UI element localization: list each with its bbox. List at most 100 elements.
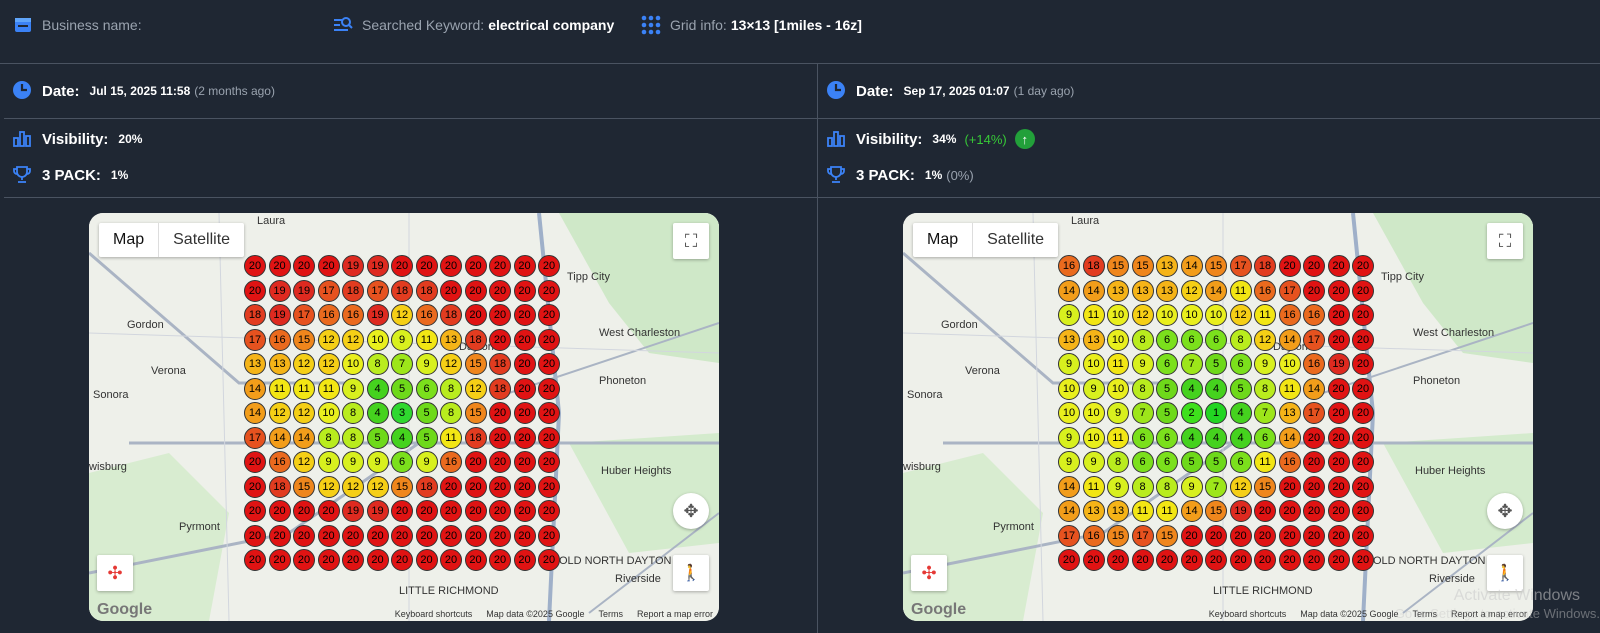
rank-dot[interactable]: 10 [1180,304,1203,326]
rank-dot[interactable]: 20 [1352,377,1374,400]
rank-dot[interactable]: 11 [1278,377,1301,400]
rank-dot[interactable]: 12 [317,328,340,351]
rank-dot[interactable]: 20 [489,304,511,326]
rank-dot[interactable]: 18 [415,279,438,302]
rank-dot[interactable]: 17 [1278,279,1301,302]
rank-dot[interactable]: 20 [538,279,560,302]
rank-dot[interactable]: 20 [440,524,462,547]
rank-dot[interactable]: 7 [1205,475,1227,498]
rank-dot[interactable]: 6 [1205,328,1227,351]
rank-dot[interactable]: 14 [1205,279,1227,302]
rank-dot[interactable]: 17 [1229,255,1252,277]
fullscreen-icon[interactable]: ⛶ [1487,223,1523,259]
rank-dot[interactable]: 8 [440,402,462,424]
rank-dot[interactable]: 18 [464,328,487,351]
rank-dot[interactable]: 20 [1352,549,1374,571]
pegman-icon[interactable]: 🚶 [1487,555,1523,591]
rank-dot[interactable]: 16 [342,304,364,326]
rank-dot[interactable]: 13 [244,353,266,375]
rank-dot[interactable]: 8 [317,426,340,449]
rank-dot[interactable]: 20 [244,524,266,547]
rank-dot[interactable]: 19 [366,255,389,277]
rank-dot[interactable]: 20 [538,500,560,522]
rank-dot[interactable]: 10 [1156,304,1178,326]
rank-dot[interactable]: 20 [489,451,511,473]
rank-dot[interactable]: 5 [1156,402,1178,424]
rank-dot[interactable]: 20 [1303,500,1325,522]
rank-dot[interactable]: 20 [1254,549,1276,571]
rank-dot[interactable]: 11 [1254,304,1276,326]
recenter-icon[interactable]: ✣ [97,555,133,591]
rank-dot[interactable]: 12 [440,353,462,375]
rank-dot[interactable]: 9 [1180,475,1203,498]
rank-dot[interactable]: 9 [1254,353,1276,375]
rank-dot[interactable]: 8 [342,426,364,449]
rank-dot[interactable]: 19 [293,279,315,302]
rank-dot[interactable]: 20 [464,304,487,326]
rank-dot[interactable]: 5 [1205,353,1227,375]
map-button[interactable]: Map [99,223,160,257]
rank-dot[interactable]: 15 [1156,524,1178,547]
rank-dot[interactable]: 20 [1352,451,1374,473]
rank-dot[interactable]: 20 [513,426,536,449]
rank-dot[interactable]: 20 [1229,524,1252,547]
rank-dot[interactable]: 13 [1082,328,1105,351]
rank-dot[interactable]: 20 [538,377,560,400]
rank-dot[interactable]: 12 [342,328,364,351]
rank-dot[interactable]: 13 [1131,279,1154,302]
rank-dot[interactable]: 6 [1156,353,1178,375]
rank-dot[interactable]: 19 [1327,353,1350,375]
rank-dot[interactable]: 18 [1082,255,1105,277]
rank-dot[interactable]: 20 [440,475,462,498]
rank-dot[interactable]: 6 [1180,328,1203,351]
rank-dot[interactable]: 16 [268,451,291,473]
rank-dot[interactable]: 20 [391,255,413,277]
rank-dot[interactable]: 11 [1254,451,1276,473]
rank-dot[interactable]: 20 [366,549,389,571]
rank-dot[interactable]: 18 [268,475,291,498]
rank-dot[interactable]: 17 [317,279,340,302]
rank-dot[interactable]: 11 [415,328,438,351]
rank-dot[interactable]: 18 [391,279,413,302]
rank-dot[interactable]: 16 [1278,451,1301,473]
rank-dot[interactable]: 11 [1131,500,1154,522]
rank-dot[interactable]: 20 [538,304,560,326]
rank-dot[interactable]: 10 [317,402,340,424]
rank-dot[interactable]: 20 [415,524,438,547]
rank-dot[interactable]: 10 [1058,377,1080,400]
rank-dot[interactable]: 18 [244,304,266,326]
rank-dot[interactable]: 20 [1278,255,1301,277]
rank-dot[interactable]: 20 [440,279,462,302]
rank-dot[interactable]: 9 [1058,426,1080,449]
rank-dot[interactable]: 10 [1107,377,1129,400]
rank-dot[interactable]: 11 [1107,353,1129,375]
rank-dot[interactable]: 20 [1327,451,1350,473]
rank-dot[interactable]: 14 [268,426,291,449]
rank-dot[interactable]: 4 [1180,377,1203,400]
rank-dot[interactable]: 20 [489,328,511,351]
rank-dot[interactable]: 14 [1180,500,1203,522]
rank-dot[interactable]: 7 [391,353,413,375]
rank-dot[interactable]: 20 [1278,524,1301,547]
rank-dot[interactable]: 20 [317,524,340,547]
rank-dot[interactable]: 12 [464,377,487,400]
rank-dot[interactable]: 6 [1254,426,1276,449]
rank-dot[interactable]: 11 [293,377,315,400]
rank-dot[interactable]: 14 [293,426,315,449]
rank-dot[interactable]: 20 [244,500,266,522]
rank-dot[interactable]: 12 [1180,279,1203,302]
rank-dot[interactable]: 14 [1278,426,1301,449]
rank-dot[interactable]: 20 [538,549,560,571]
terms-link[interactable]: Terms [598,609,623,619]
rank-dot[interactable]: 20 [489,279,511,302]
rank-dot[interactable]: 19 [342,255,364,277]
rank-dot[interactable]: 17 [1303,402,1325,424]
rank-dot[interactable]: 20 [415,500,438,522]
rank-dot[interactable]: 8 [342,402,364,424]
rank-dot[interactable]: 20 [464,451,487,473]
rank-dot[interactable]: 20 [1303,451,1325,473]
rank-dot[interactable]: 13 [1107,500,1129,522]
rank-dot[interactable]: 20 [342,549,364,571]
rank-dot[interactable]: 20 [513,304,536,326]
rank-dot[interactable]: 9 [1107,475,1129,498]
